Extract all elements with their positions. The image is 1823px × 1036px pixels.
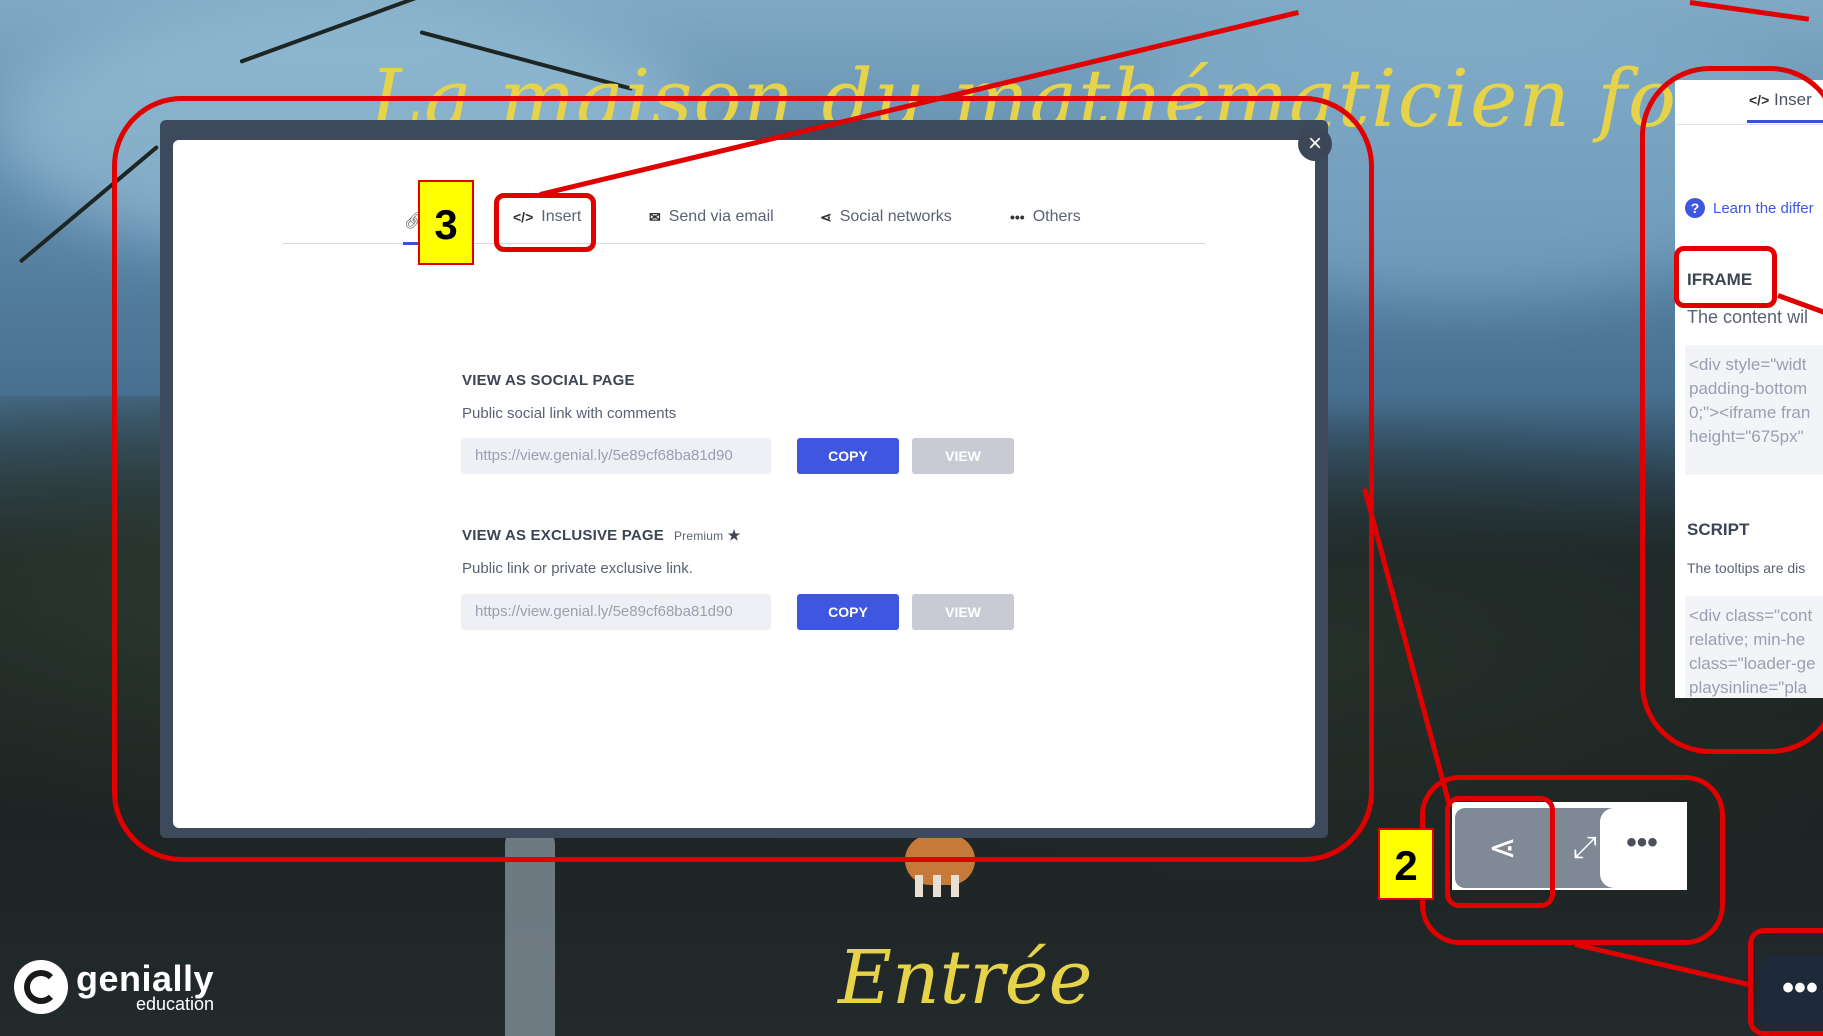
annotation-insert-panel-box [1640, 66, 1823, 754]
annotation-insert-tab-box [494, 193, 596, 252]
slide-title: Entrée [838, 935, 1093, 1021]
annotation-iframe-box [1674, 246, 1777, 308]
annotation-share-button-box [1445, 796, 1555, 908]
step-3-badge: 3 [418, 180, 474, 265]
step-2-badge: 2 [1378, 828, 1434, 900]
annotation-share-modal-box [112, 96, 1374, 862]
logo-name: genially [76, 958, 215, 999]
dog-legs [915, 875, 965, 897]
genially-logo[interactable]: genially education [14, 960, 214, 1014]
annotation-menu-box [1748, 928, 1823, 1036]
genially-logo-icon [14, 960, 68, 1014]
